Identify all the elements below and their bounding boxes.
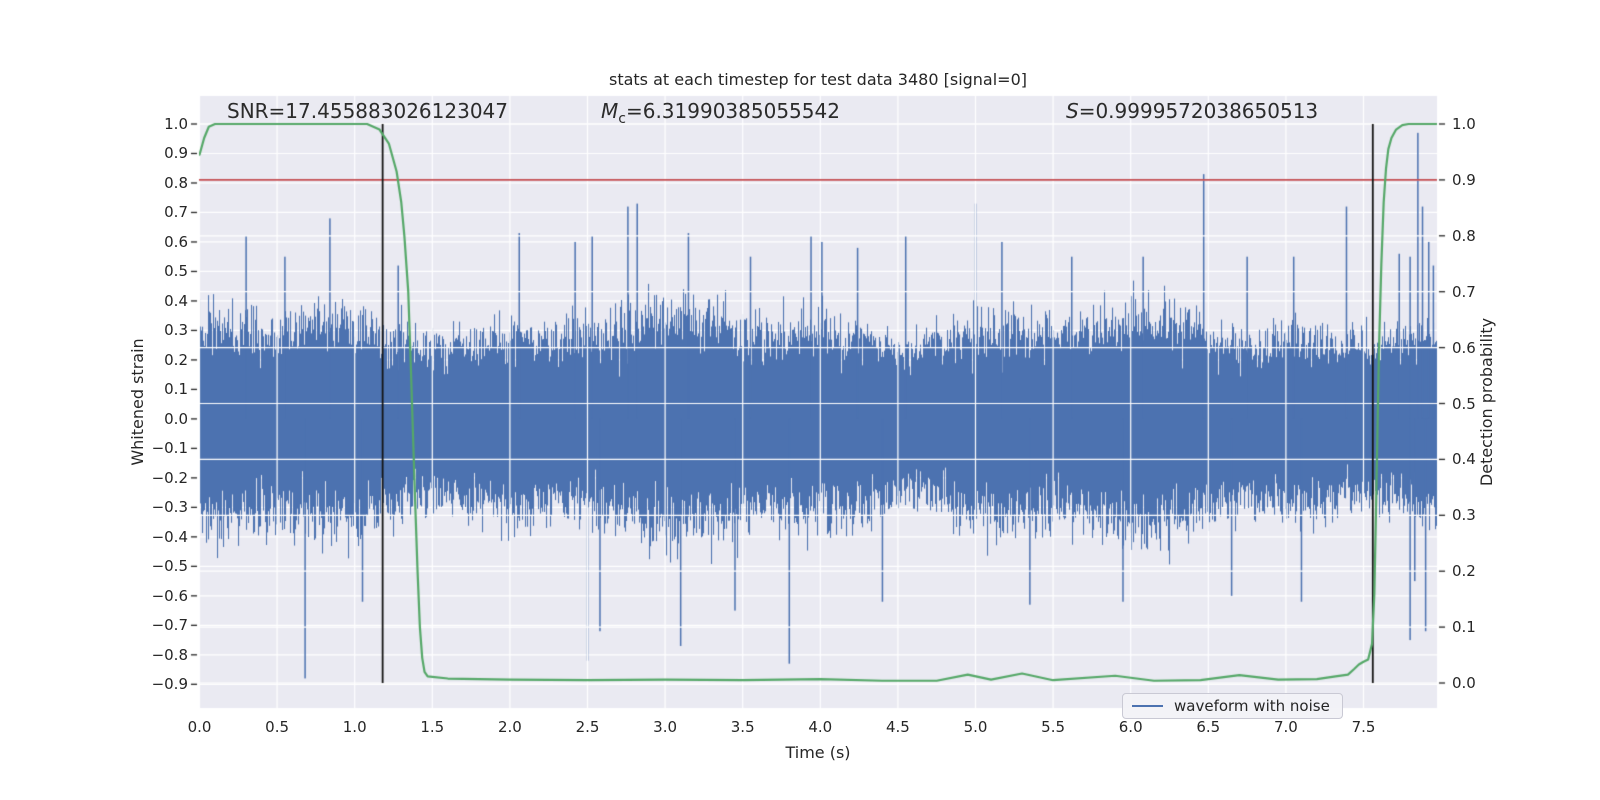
right-y-tick-label: 0.4 bbox=[1452, 450, 1476, 469]
left-y-tick-label: 0.6 bbox=[164, 232, 188, 251]
x-tick-label: 5.0 bbox=[963, 718, 988, 736]
x-tick-label: 2.5 bbox=[575, 718, 600, 736]
chirp-mass-subscript: c bbox=[618, 111, 626, 127]
right-y-tick-label: 0.8 bbox=[1452, 226, 1476, 245]
chart-title: stats at each timestep for test data 348… bbox=[608, 70, 1028, 89]
left-y-tick-label: −0.5 bbox=[151, 557, 188, 576]
x-tick-label: 1.5 bbox=[420, 718, 445, 736]
annotation-significance: S=0.9999572038650513 bbox=[1066, 101, 1318, 121]
right-y-axis-label: Detection probability bbox=[1477, 317, 1496, 487]
right-y-tick-label: 0.0 bbox=[1452, 674, 1476, 692]
left-y-tick-label: −0.2 bbox=[151, 468, 188, 487]
chirp-mass-symbol: M bbox=[601, 99, 619, 123]
x-tick-label: 1.0 bbox=[342, 718, 367, 736]
right-y-tick-label: 0.7 bbox=[1452, 282, 1476, 301]
x-tick-label: 4.0 bbox=[808, 718, 833, 736]
left-y-tick-label: −0.1 bbox=[151, 439, 188, 458]
chirp-mass-value: =6.31990385055542 bbox=[625, 99, 840, 123]
left-y-tick-label: 1.0 bbox=[164, 115, 188, 133]
x-tick-label: 2.0 bbox=[497, 718, 522, 736]
left-y-tick-label: 0.0 bbox=[164, 409, 188, 428]
right-y-tick-label: 1.0 bbox=[1452, 115, 1476, 133]
legend: waveform with noise bbox=[1122, 693, 1343, 719]
left-y-tick-label: 0.4 bbox=[164, 291, 188, 310]
x-tick-label: 4.5 bbox=[885, 718, 910, 736]
legend-label: waveform with noise bbox=[1174, 697, 1330, 715]
left-y-tick-label: 0.1 bbox=[164, 380, 188, 399]
left-y-tick-label: −0.8 bbox=[151, 645, 188, 664]
annotation-snr: SNR=17.455883026123047 bbox=[227, 99, 508, 123]
left-y-tick-label: −0.6 bbox=[151, 586, 188, 605]
left-y-tick-label: 0.7 bbox=[164, 203, 188, 222]
x-tick-label: 3.5 bbox=[730, 718, 755, 736]
x-tick-label: 7.5 bbox=[1351, 718, 1376, 736]
left-y-tick-label: 0.3 bbox=[164, 321, 188, 340]
left-y-tick-label: −0.9 bbox=[151, 675, 188, 694]
right-y-tick-label: 0.6 bbox=[1452, 338, 1476, 357]
legend-line-sample bbox=[1132, 705, 1163, 707]
left-y-tick-label: −0.4 bbox=[151, 527, 188, 546]
x-tick-label: 5.5 bbox=[1041, 718, 1066, 736]
left-y-tick-label: 0.5 bbox=[164, 262, 188, 281]
significance-value: =0.9999572038650513 bbox=[1078, 99, 1319, 123]
x-tick-label: 6.0 bbox=[1118, 718, 1143, 736]
figure: stats at each timestep for test data 348… bbox=[0, 0, 1600, 800]
x-tick-label: 3.0 bbox=[653, 718, 678, 736]
x-tick-label: 0.5 bbox=[265, 718, 290, 736]
right-y-tick-label: 0.2 bbox=[1452, 562, 1476, 581]
left-y-tick-label: 0.9 bbox=[164, 144, 188, 163]
annotation-chirp-mass: Mc=6.31990385055542 bbox=[601, 99, 840, 126]
right-y-tick-label: 0.1 bbox=[1452, 618, 1476, 637]
right-y-tick-label: 0.5 bbox=[1452, 394, 1476, 413]
left-y-tick-label: 0.2 bbox=[164, 350, 188, 369]
x-tick-label: 0.0 bbox=[187, 718, 212, 736]
right-y-tick-label: 0.9 bbox=[1452, 170, 1476, 189]
left-y-tick-label: −0.7 bbox=[151, 616, 188, 635]
left-y-tick-label: 0.8 bbox=[164, 173, 188, 192]
right-y-tick-label: 0.3 bbox=[1452, 506, 1476, 525]
significance-symbol: S bbox=[1066, 99, 1079, 123]
x-tick-label: 7.0 bbox=[1273, 718, 1298, 736]
x-axis-label: Time (s) bbox=[785, 743, 851, 762]
left-y-tick-label: −0.3 bbox=[151, 498, 188, 517]
x-tick-label: 6.5 bbox=[1196, 718, 1221, 736]
